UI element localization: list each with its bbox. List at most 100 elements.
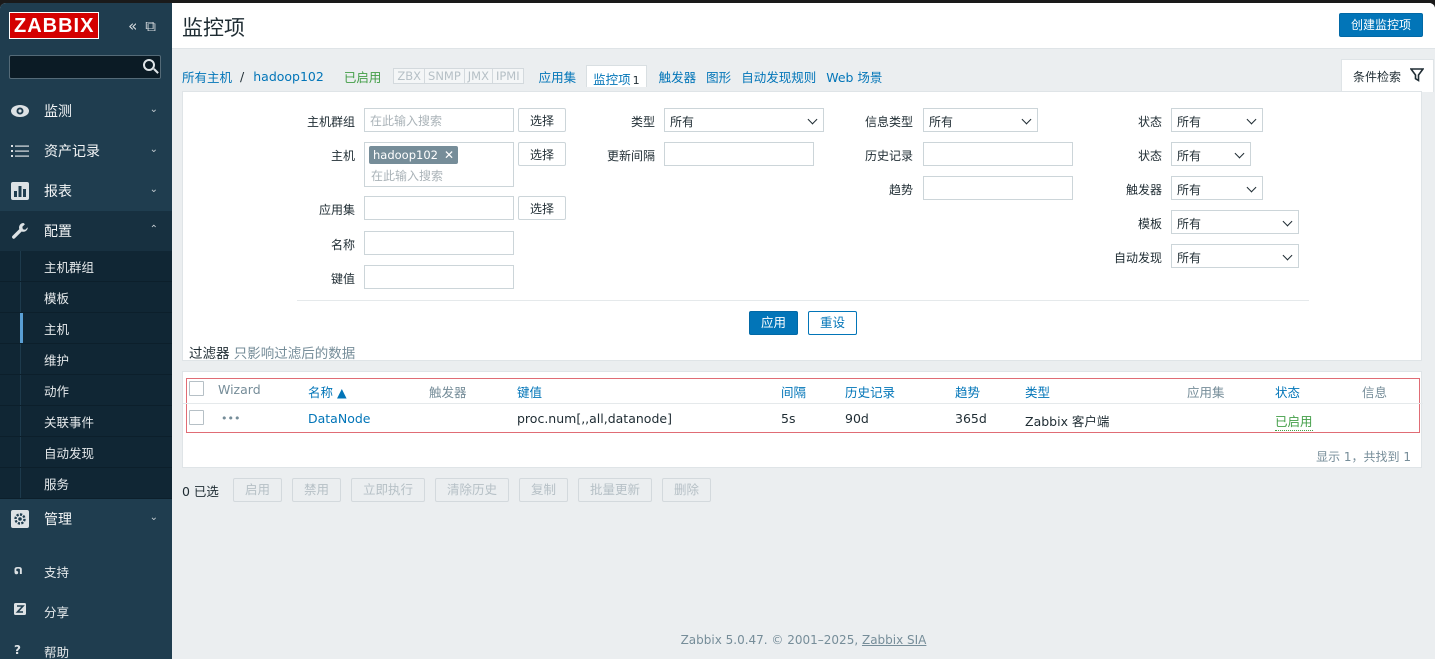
disable-button[interactable]: 禁用 [291,478,341,502]
row-checkbox[interactable] [189,410,204,425]
wizard-menu-icon[interactable]: ••• [221,412,240,425]
item-type: Zabbix 客户端 [1025,414,1110,429]
menu-item-help[interactable]: ? 帮助 [0,631,172,659]
menu-item-label: 配置 [44,224,72,240]
availability-badges: ZBX SNMP JMX IPMI [393,68,524,84]
name-input[interactable] [364,231,514,255]
submenu-item-templates[interactable]: 模板 [0,282,172,313]
menu-item-monitoring[interactable]: 监测 ⌄ [0,91,172,131]
hide-sidebar-icon[interactable]: ⧉ [145,17,156,35]
tab-discovery-rules[interactable]: 自动发现规则 [741,67,816,86]
menu-item-administration[interactable]: 管理 ⌄ [0,499,172,539]
trends-input[interactable] [923,176,1073,200]
menu-item-support[interactable]: ດ 支持 [0,551,172,591]
remove-chip-icon[interactable]: ✕ [444,147,454,163]
mass-update-button[interactable]: 批量更新 [578,478,653,502]
state-select[interactable]: 所有 [1171,108,1263,132]
breadcrumb-host[interactable]: hadoop102 [253,69,324,84]
host-multiselect[interactable]: hadoop102 ✕ 在此输入搜索 [364,142,514,187]
column-interval[interactable]: 间隔 [781,382,806,401]
host-select-button[interactable]: 选择 [518,142,567,166]
chevron-down-icon [1234,148,1245,159]
menu-item-label: 监测 [44,104,72,120]
tab-triggers[interactable]: 触发器 [659,67,697,86]
menu-item-configuration[interactable]: 配置 ⌃ [0,211,172,251]
ipmi-badge: IPMI [491,68,524,84]
item-name-link[interactable]: DataNode [308,411,370,426]
snmp-badge: SNMP [424,68,465,84]
chevron-down-icon: ⌄ [149,144,158,155]
type-label: 类型 [630,115,655,129]
menu-item-share[interactable]: 分享 [0,591,172,631]
items-table: Wizard 名称 ▲ 触发器 键值 间隔 历史记录 趋势 类型 应用集 状态 … [182,371,1423,468]
host-group-input[interactable]: 在此输入搜索 [364,108,514,132]
column-name[interactable]: 名称 ▲ [308,382,347,401]
column-type[interactable]: 类型 [1025,382,1050,401]
item-status-link[interactable]: 已启用 [1275,411,1313,431]
application-input[interactable] [364,196,514,220]
submenu-item-host-groups[interactable]: 主机群组 [0,251,172,282]
host-status-enabled[interactable]: 已启用 [344,67,382,86]
footer-link[interactable]: Zabbix SIA [862,633,926,647]
menu-item-label: 管理 [44,512,72,528]
update-interval-input[interactable] [664,142,814,166]
info-type-select[interactable]: 所有 [923,108,1038,132]
select-all-checkbox[interactable] [189,381,204,396]
submenu-item-maintenance[interactable]: 维护 [0,344,172,375]
search-icon[interactable] [143,59,155,71]
enable-button[interactable]: 启用 [232,478,282,502]
brand: ZABBIX « ⧉ [0,3,172,47]
collapse-sidebar-icon[interactable]: « [128,17,137,35]
triggers-select[interactable]: 所有 [1171,176,1263,200]
footer: Zabbix 5.0.47. © 2001–2025, Zabbix SIA [172,633,1435,647]
main-content: 监控项 创建监控项 所有主机 / hadoop102 已启用 ZBX SNMP … [172,3,1435,659]
clear-history-button[interactable]: 清除历史 [434,478,509,502]
menu-item-inventory[interactable]: 资产记录 ⌄ [0,131,172,171]
filter-note: 过滤器 只影响过滤后的数据 [189,342,355,362]
info-type-select-value: 所有 [929,115,954,129]
chevron-down-icon: ⌄ [149,184,158,195]
submenu-item-services[interactable]: 服务 [0,468,172,499]
column-status[interactable]: 状态 [1275,382,1300,401]
footer-text: Zabbix 5.0.47. © 2001–2025, [680,633,859,647]
application-select-button[interactable]: 选择 [518,196,567,220]
template-select[interactable]: 所有 [1171,210,1299,234]
sidebar-search-input[interactable] [9,55,161,79]
submenu-item-actions[interactable]: 动作 [0,375,172,406]
delete-button[interactable]: 删除 [662,478,712,502]
key-input[interactable] [364,265,514,289]
eye-icon [10,101,30,121]
menu-item-reports[interactable]: 报表 ⌄ [0,171,172,211]
submenu-item-hosts[interactable]: 主机 [0,313,172,344]
discovery-select[interactable]: 所有 [1171,244,1299,268]
status-select-value: 所有 [1177,149,1202,163]
history-input[interactable] [923,142,1073,166]
column-wizard: Wizard [218,382,261,397]
chevron-down-icon [1282,250,1293,261]
status-select[interactable]: 所有 [1171,142,1251,166]
host-navigation: 所有主机 / hadoop102 已启用 ZBX SNMP JMX IPMI 应… [182,60,1422,92]
item-interval: 5s [781,411,796,426]
execute-now-button[interactable]: 立即执行 [350,478,425,502]
submenu-item-discovery[interactable]: 自动发现 [0,437,172,468]
column-key[interactable]: 键值 [517,382,542,401]
copy-button[interactable]: 复制 [519,478,569,502]
tab-applications[interactable]: 应用集 [539,67,577,86]
reset-filter-button[interactable]: 重设 [808,311,858,335]
host-group-select-button[interactable]: 选择 [518,108,567,132]
tab-items[interactable]: 监控项 1 [586,65,647,87]
column-trends[interactable]: 趋势 [955,382,980,401]
column-history[interactable]: 历史记录 [845,382,895,401]
apply-filter-button[interactable]: 应用 [749,311,799,335]
tab-graphs[interactable]: 图形 [706,67,731,86]
page-title: 监控项 [182,16,245,40]
menu-item-label: 报表 [44,184,72,200]
filter-tab[interactable]: 条件检索 [1341,59,1434,92]
zabbix-logo[interactable]: ZABBIX [9,11,100,39]
submenu-item-event-correlation[interactable]: 关联事件 [0,406,172,437]
tab-web-scenarios[interactable]: Web 场景 [826,67,882,86]
type-select[interactable]: 所有 [664,108,824,132]
create-item-button[interactable]: 创建监控项 [1338,13,1423,37]
breadcrumb-all-hosts[interactable]: 所有主机 [182,67,232,86]
chevron-down-icon [1021,114,1032,125]
